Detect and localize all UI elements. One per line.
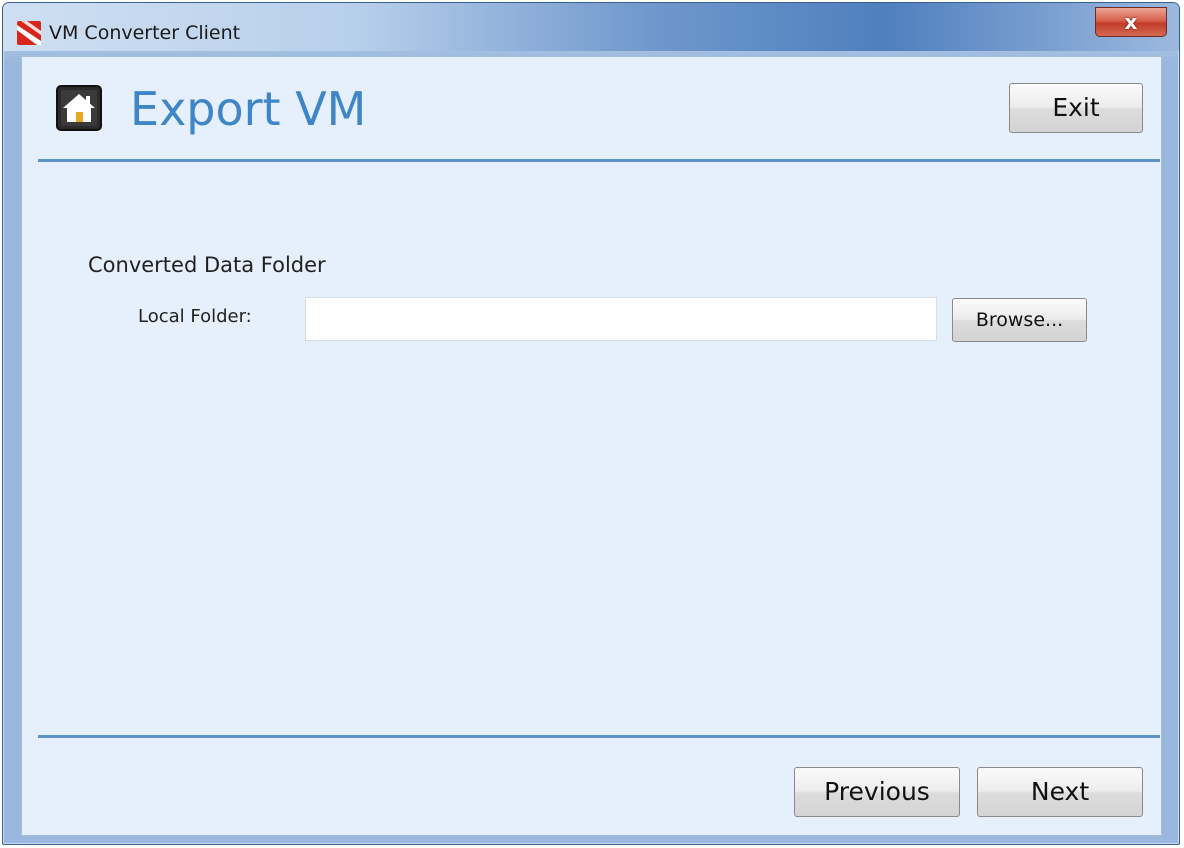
local-folder-input[interactable] [305, 297, 937, 341]
browse-button[interactable]: Browse... [952, 298, 1087, 342]
window-title: VM Converter Client [49, 22, 241, 44]
close-icon: x [1124, 10, 1138, 34]
page-title: Export VM [130, 82, 367, 136]
close-button[interactable]: x [1095, 7, 1167, 37]
app-window: VM Converter Client x Export VM Exit Con… [2, 2, 1180, 845]
section-title: Converted Data Folder [88, 253, 326, 277]
local-folder-label: Local Folder: [138, 306, 252, 327]
vm-converter-app-icon [17, 21, 41, 45]
next-button[interactable]: Next [977, 767, 1143, 817]
home-icon[interactable] [56, 85, 102, 131]
title-bar[interactable]: VM Converter Client x [3, 3, 1179, 51]
previous-button[interactable]: Previous [794, 767, 960, 817]
exit-button[interactable]: Exit [1009, 83, 1143, 133]
footer-divider [38, 735, 1160, 738]
header-divider [38, 159, 1160, 162]
wizard-panel: Export VM Exit Converted Data Folder Loc… [21, 56, 1162, 836]
